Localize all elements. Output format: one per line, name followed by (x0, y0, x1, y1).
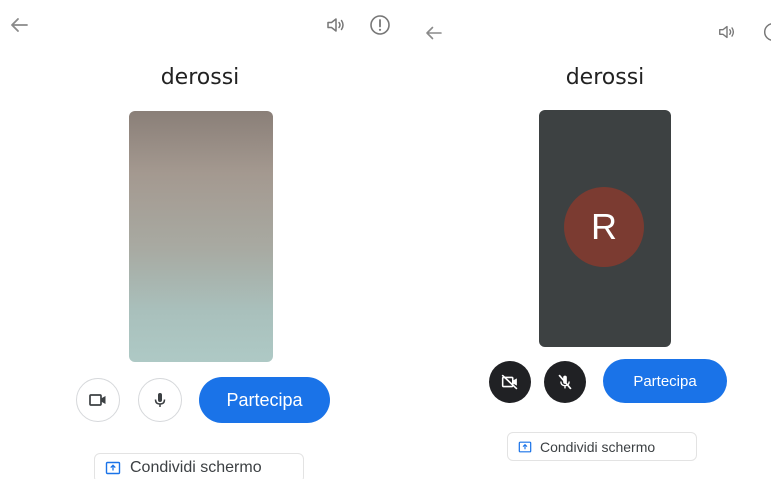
info-icon[interactable] (367, 12, 393, 38)
back-arrow-icon[interactable] (424, 23, 444, 43)
meeting-preview-panel-right: derossi R Partecipa Condividi schermo (397, 0, 771, 479)
microphone-off-icon (558, 374, 572, 390)
camera-off-preview: R (539, 110, 671, 347)
speaker-icon[interactable] (325, 14, 347, 36)
share-screen-label: Condividi schermo (540, 438, 656, 455)
back-arrow-icon[interactable] (8, 14, 30, 36)
info-icon[interactable] (761, 20, 771, 44)
microphone-toggle-button[interactable] (544, 361, 586, 403)
camera-off-icon (501, 374, 518, 390)
camera-toggle-button[interactable] (489, 361, 531, 403)
share-screen-button[interactable]: Condividi schermo (507, 432, 697, 461)
camera-icon (89, 394, 106, 406)
microphone-toggle-button[interactable] (138, 378, 182, 422)
meeting-title: derossi (565, 65, 645, 90)
camera-preview (129, 111, 273, 362)
share-screen-label: Condividi schermo (130, 459, 262, 476)
meeting-title: derossi (160, 65, 240, 90)
speaker-icon[interactable] (717, 22, 737, 42)
join-button[interactable]: Partecipa (603, 359, 727, 403)
present-screen-icon (105, 461, 121, 475)
avatar: R (564, 187, 644, 267)
microphone-icon (154, 393, 166, 407)
present-screen-icon (518, 441, 532, 452)
meeting-preview-panel-left: derossi Partecipa Condividi schermo (0, 0, 397, 479)
share-screen-button[interactable]: Condividi schermo (94, 453, 304, 479)
join-button[interactable]: Partecipa (199, 377, 330, 423)
camera-toggle-button[interactable] (76, 378, 120, 422)
